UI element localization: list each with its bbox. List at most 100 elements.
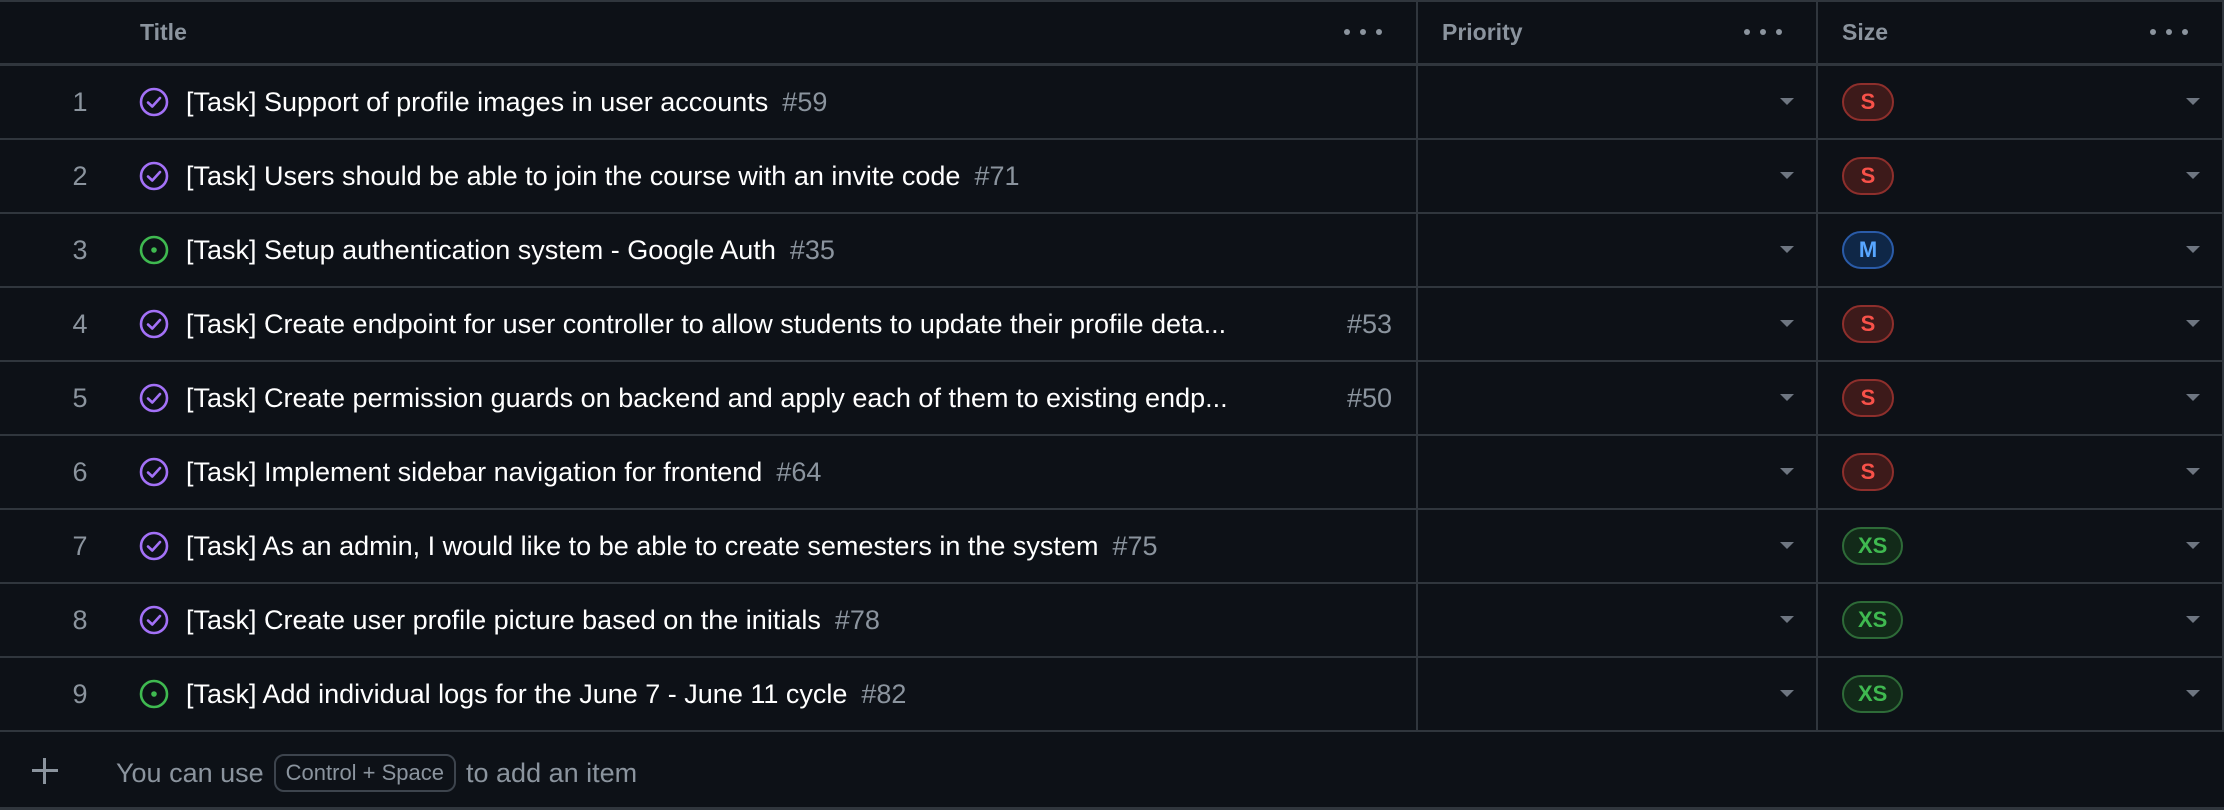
title-cell[interactable]: [Task] Support of profile images in user… (120, 66, 1418, 138)
size-badge: XS (1842, 675, 1904, 713)
add-item-plus-icon[interactable] (30, 756, 60, 786)
size-dropdown-caret-icon[interactable] (2186, 394, 2200, 401)
size-cell[interactable]: S (1818, 436, 2224, 508)
issue-title-link[interactable]: [Task] Implement sidebar navigation for … (186, 457, 762, 488)
table-row[interactable]: 2 [Task] Users should be able to join th… (0, 140, 2224, 214)
title-cell[interactable]: [Task] Add individual logs for the June … (120, 658, 1418, 730)
priority-dropdown-caret-icon[interactable] (1780, 246, 1794, 253)
row-number-text: 6 (72, 456, 88, 487)
priority-cell[interactable] (1418, 66, 1818, 138)
size-cell[interactable]: XS (1818, 658, 2224, 730)
title-cell[interactable]: [Task] Implement sidebar navigation for … (120, 436, 1418, 508)
table-row[interactable]: 5 [Task] Create permission guards on bac… (0, 362, 2224, 436)
priority-dropdown-caret-icon[interactable] (1780, 690, 1794, 697)
table-row[interactable]: 6 [Task] Implement sidebar navigation fo… (0, 436, 2224, 510)
issue-number: #75 (1112, 530, 1158, 561)
issue-title-link[interactable]: [Task] Add individual logs for the June … (186, 679, 847, 710)
size-badge: XS (1842, 601, 1904, 639)
issue-number: #53 (1346, 308, 1392, 339)
title-cell[interactable]: [Task] Users should be able to join the … (120, 140, 1418, 212)
row-number-text: 3 (72, 234, 88, 265)
size-cell[interactable]: S (1818, 288, 2224, 360)
issue-title-link[interactable]: [Task] Users should be able to join the … (186, 161, 960, 192)
size-cell[interactable]: S (1818, 362, 2224, 434)
table-row[interactable]: 3 [Task] Setup authentication system - G… (0, 214, 2224, 288)
issue-closed-icon (138, 308, 170, 340)
title-cell[interactable]: [Task] Create endpoint for user controll… (120, 288, 1418, 360)
table-row[interactable]: 4 [Task] Create endpoint for user contro… (0, 288, 2224, 362)
column-header-priority[interactable]: Priority (1418, 2, 1818, 63)
issue-closed-icon (138, 456, 170, 488)
table-row[interactable]: 1 [Task] Support of profile images in us… (0, 66, 2224, 140)
issue-title-link[interactable]: [Task] Setup authentication system - Goo… (186, 235, 776, 266)
size-badge: S (1842, 83, 1894, 121)
size-dropdown-caret-icon[interactable] (2186, 690, 2200, 697)
priority-column-menu-icon[interactable] (1744, 22, 1782, 42)
issue-number: #64 (776, 456, 822, 487)
issue-title-link[interactable]: [Task] Create endpoint for user controll… (186, 309, 1226, 340)
table-row[interactable]: 9 [Task] Add individual logs for the Jun… (0, 658, 2224, 732)
row-number: 7 (0, 510, 120, 582)
size-badge: S (1842, 157, 1894, 195)
priority-cell[interactable] (1418, 658, 1818, 730)
priority-cell[interactable] (1418, 362, 1818, 434)
column-header-size[interactable]: Size (1818, 2, 2224, 63)
size-cell[interactable]: XS (1818, 510, 2224, 582)
row-number: 2 (0, 140, 120, 212)
priority-dropdown-caret-icon[interactable] (1780, 468, 1794, 475)
issue-number: #35 (789, 234, 835, 265)
priority-dropdown-caret-icon[interactable] (1780, 172, 1794, 179)
size-cell[interactable]: S (1818, 66, 2224, 138)
issue-number: #78 (834, 604, 880, 635)
priority-dropdown-caret-icon[interactable] (1780, 616, 1794, 623)
priority-cell[interactable] (1418, 510, 1818, 582)
size-dropdown-caret-icon[interactable] (2186, 616, 2200, 623)
priority-dropdown-caret-icon[interactable] (1780, 320, 1794, 327)
table-row[interactable]: 8 [Task] Create user profile picture bas… (0, 584, 2224, 658)
row-number: 4 (0, 288, 120, 360)
priority-dropdown-caret-icon[interactable] (1780, 542, 1794, 549)
issue-title-link[interactable]: [Task] Create permission guards on backe… (186, 383, 1228, 414)
size-badge: M (1842, 231, 1894, 269)
add-item-hint-prefix: You can use (116, 757, 264, 788)
column-priority-label: Priority (1442, 19, 1523, 45)
size-dropdown-caret-icon[interactable] (2186, 98, 2200, 105)
size-cell[interactable]: S (1818, 140, 2224, 212)
issue-closed-icon (138, 160, 170, 192)
issue-title-link[interactable]: [Task] Support of profile images in user… (186, 87, 768, 118)
row-number: 5 (0, 362, 120, 434)
priority-cell[interactable] (1418, 140, 1818, 212)
issue-number: #71 (974, 160, 1020, 191)
size-dropdown-caret-icon[interactable] (2186, 542, 2200, 549)
priority-cell[interactable] (1418, 584, 1818, 656)
size-dropdown-caret-icon[interactable] (2186, 246, 2200, 253)
title-column-menu-icon[interactable] (1344, 22, 1382, 42)
size-badge: S (1842, 453, 1894, 491)
size-dropdown-caret-icon[interactable] (2186, 320, 2200, 327)
issue-closed-icon (138, 530, 170, 562)
size-dropdown-caret-icon[interactable] (2186, 172, 2200, 179)
size-badge: XS (1842, 527, 1904, 565)
title-cell[interactable]: [Task] As an admin, I would like to be a… (120, 510, 1418, 582)
size-cell[interactable]: XS (1818, 584, 2224, 656)
priority-cell[interactable] (1418, 214, 1818, 286)
table-row[interactable]: 7 [Task] As an admin, I would like to be… (0, 510, 2224, 584)
size-badge: S (1842, 379, 1894, 417)
issue-title-link[interactable]: [Task] As an admin, I would like to be a… (186, 531, 1098, 562)
issue-open-icon (138, 678, 170, 710)
priority-dropdown-caret-icon[interactable] (1780, 394, 1794, 401)
title-cell[interactable]: [Task] Create permission guards on backe… (120, 362, 1418, 434)
priority-cell[interactable] (1418, 288, 1818, 360)
priority-cell[interactable] (1418, 436, 1818, 508)
row-number-text: 8 (72, 604, 88, 635)
title-cell[interactable]: [Task] Setup authentication system - Goo… (120, 214, 1418, 286)
issue-title-link[interactable]: [Task] Create user profile picture based… (186, 605, 821, 636)
priority-dropdown-caret-icon[interactable] (1780, 98, 1794, 105)
column-header-title[interactable]: Title (120, 2, 1418, 63)
issue-number: #50 (1346, 382, 1392, 413)
size-cell[interactable]: M (1818, 214, 2224, 286)
add-item-hint[interactable]: You can use Control + Space to add an it… (116, 754, 637, 792)
size-column-menu-icon[interactable] (2150, 22, 2188, 42)
size-dropdown-caret-icon[interactable] (2186, 468, 2200, 475)
title-cell[interactable]: [Task] Create user profile picture based… (120, 584, 1418, 656)
